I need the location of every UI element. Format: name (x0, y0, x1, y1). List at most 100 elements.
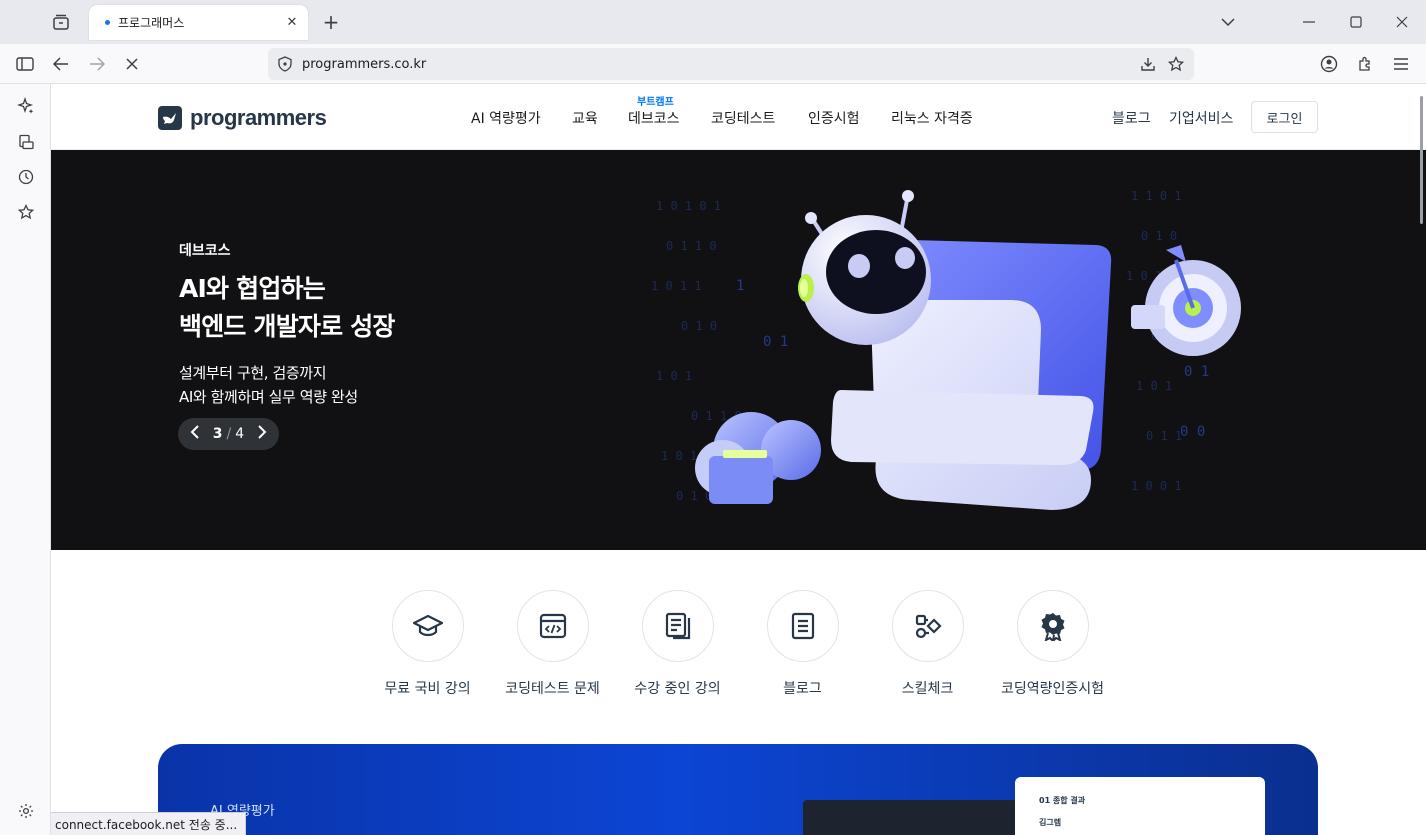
history-clock-icon[interactable] (14, 165, 38, 189)
quick-links: 무료 국비 강의 코딩테스트 문제 수강 중인 강의 블로그 스킬체크 코딩역량… (51, 590, 1426, 700)
svg-text:0 1 0: 0 1 0 (676, 489, 712, 503)
forward-arrow-icon[interactable] (85, 52, 109, 76)
svg-text:1 0 1 1: 1 0 1 1 (651, 279, 702, 293)
browser-titlebar: 프로그래머스 ✕ + (0, 0, 1426, 44)
back-arrow-icon[interactable] (49, 52, 73, 76)
tab-overview-icon[interactable] (48, 10, 74, 34)
banner-pager: 3/4 (178, 418, 279, 450)
hero-subtitle: 설계부터 구현, 검증까지 AI와 함께하며 실무 역량 완성 (179, 361, 358, 409)
hero-illustration: 1 0 1 0 1 0 1 1 0 1 0 1 1 0 1 0 1 0 1 0 1 1… (651, 189, 1241, 510)
browser-toolbar: programmers.co.kr (0, 44, 1426, 84)
promo-card-name: 김그렙 (1039, 818, 1062, 827)
tab-close-icon[interactable]: ✕ (284, 15, 300, 31)
pager-current: 3 (212, 426, 223, 442)
notes-icon (641, 590, 714, 662)
quick-link-coding-problems[interactable]: 코딩테스트 문제 (490, 590, 615, 698)
nav-linux-cert[interactable]: 리눅스 자격증 (891, 108, 973, 128)
document-icon (766, 590, 839, 662)
menu-hamburger-icon[interactable] (1389, 52, 1413, 76)
pager-separator: / (226, 426, 232, 442)
site-logo[interactable]: programmers (158, 105, 327, 131)
synced-tabs-icon[interactable] (14, 130, 38, 154)
hero-eyebrow: 데브코스 (179, 243, 231, 259)
download-page-icon[interactable] (1134, 52, 1162, 76)
loading-dot-icon (105, 20, 110, 25)
svg-text:1 0 1: 1 0 1 (661, 449, 697, 463)
svg-text:0 1: 0 1 (1184, 364, 1209, 380)
bookmark-star-icon[interactable] (1162, 52, 1190, 76)
promo-screen-mockup (803, 800, 1018, 835)
quick-link-label: 블로그 (783, 681, 822, 697)
quick-link-my-courses[interactable]: 수강 중인 강의 (615, 590, 740, 698)
graduation-cap-icon (391, 590, 464, 662)
quick-link-certification-exam[interactable]: 코딩역량인증시험 (990, 590, 1115, 698)
pager-total: 4 (235, 426, 245, 442)
svg-text:0 1 1: 0 1 1 (1146, 429, 1182, 443)
pager-prev-chevron-icon[interactable] (190, 425, 200, 443)
hero-banner[interactable]: 1 0 1 0 1 0 1 1 0 1 0 1 1 0 1 0 1 0 1 0 1 1… (51, 150, 1426, 550)
quick-link-label: 코딩역량인증시험 (1000, 681, 1105, 697)
address-bar[interactable]: programmers.co.kr (268, 48, 1194, 80)
skill-shapes-icon (891, 590, 964, 662)
tab-list-chevron-icon[interactable] (1215, 10, 1241, 34)
status-bar: connect.facebook.net 전송 중... (51, 812, 247, 835)
browser-tab-active[interactable]: 프로그래머스 ✕ (89, 5, 308, 40)
nav-enterprise-link[interactable]: 기업서비스 (1169, 108, 1233, 128)
nav-certification[interactable]: 인증시험 (808, 108, 860, 128)
stop-loading-icon[interactable] (120, 52, 144, 76)
svg-text:0 0: 0 0 (1180, 424, 1205, 440)
svg-text:0 1 0: 0 1 0 (681, 319, 717, 333)
bookmarks-star-icon[interactable] (14, 200, 38, 224)
quick-link-blog[interactable]: 블로그 (740, 590, 865, 698)
hero-title: AI와 협업하는 백엔드 개발자로 성장 (179, 270, 395, 346)
new-tab-button[interactable]: + (319, 10, 343, 34)
svg-text:1: 1 (736, 278, 744, 294)
url-text[interactable]: programmers.co.kr (302, 57, 1134, 72)
svg-text:0 1 1 0: 0 1 1 0 (666, 239, 717, 253)
quick-link-label: 무료 국비 강의 (384, 681, 471, 697)
login-button[interactable]: 로그인 (1251, 101, 1318, 133)
logo-text: programmers (190, 105, 327, 130)
quick-link-free-course[interactable]: 무료 국비 강의 (365, 590, 490, 698)
settings-gear-icon[interactable] (14, 799, 38, 823)
bootcamp-badge: 부트캠프 (637, 97, 674, 108)
svg-text:0 1 0: 0 1 0 (1141, 229, 1177, 243)
sidebar-toggle-icon[interactable] (13, 52, 37, 76)
svg-text:1 0 1 0 1: 1 0 1 0 1 (656, 199, 721, 213)
nav-devcourse[interactable]: 데브코스 (628, 108, 680, 128)
badge-icon (1016, 590, 1089, 662)
nav-ai-assessment[interactable]: AI 역량평가 (471, 108, 541, 128)
web-page: programmers 부트캠프 AI 역량평가 교육 데브코스 코딩테스트 인… (51, 84, 1426, 835)
nav-coding-test[interactable]: 코딩테스트 (711, 108, 775, 128)
browser-sidebar (0, 84, 51, 835)
quick-link-label: 스킬체크 (901, 681, 954, 697)
hero-subtitle-line1: 설계부터 구현, 검증까지 (179, 364, 327, 382)
ai-sparkle-icon[interactable] (14, 94, 38, 118)
svg-text:1 0 1: 1 0 1 (656, 369, 692, 383)
pager-next-chevron-icon[interactable] (257, 425, 267, 443)
logo-bird-icon (158, 106, 182, 130)
code-window-icon (516, 590, 589, 662)
close-window-icon[interactable] (1389, 10, 1415, 34)
page-scrollbar[interactable] (1420, 96, 1423, 224)
quick-link-label: 코딩테스트 문제 (505, 681, 600, 697)
nav-education[interactable]: 교육 (572, 108, 598, 128)
tab-title: 프로그래머스 (118, 16, 185, 30)
nav-blog-link[interactable]: 블로그 (1112, 108, 1151, 128)
promo-result-card: 01 종합 결과 김그렙 (1015, 777, 1265, 835)
quick-link-skill-check[interactable]: 스킬체크 (865, 590, 990, 698)
hero-subtitle-line2: AI와 함께하며 실무 역량 완성 (179, 388, 358, 406)
ai-assessment-promo[interactable]: AI 역량평가 01 종합 결과 김그렙 (158, 744, 1318, 835)
svg-text:1 0 0 1: 1 0 0 1 (1131, 479, 1182, 493)
svg-text:1 0 1: 1 0 1 (1136, 379, 1172, 393)
maximize-icon[interactable] (1343, 10, 1369, 34)
account-icon[interactable] (1317, 52, 1341, 76)
site-shield-icon[interactable] (276, 55, 294, 73)
extensions-icon[interactable] (1353, 52, 1377, 76)
svg-text:0 1: 0 1 (763, 334, 788, 350)
minimize-icon[interactable] (1296, 10, 1322, 34)
svg-text:1 1 0 1: 1 1 0 1 (1131, 189, 1182, 203)
promo-card-title: 01 종합 결과 (1039, 796, 1086, 805)
hero-title-line1: AI와 협업하는 (179, 274, 326, 303)
site-header: programmers 부트캠프 AI 역량평가 교육 데브코스 코딩테스트 인… (51, 84, 1426, 150)
